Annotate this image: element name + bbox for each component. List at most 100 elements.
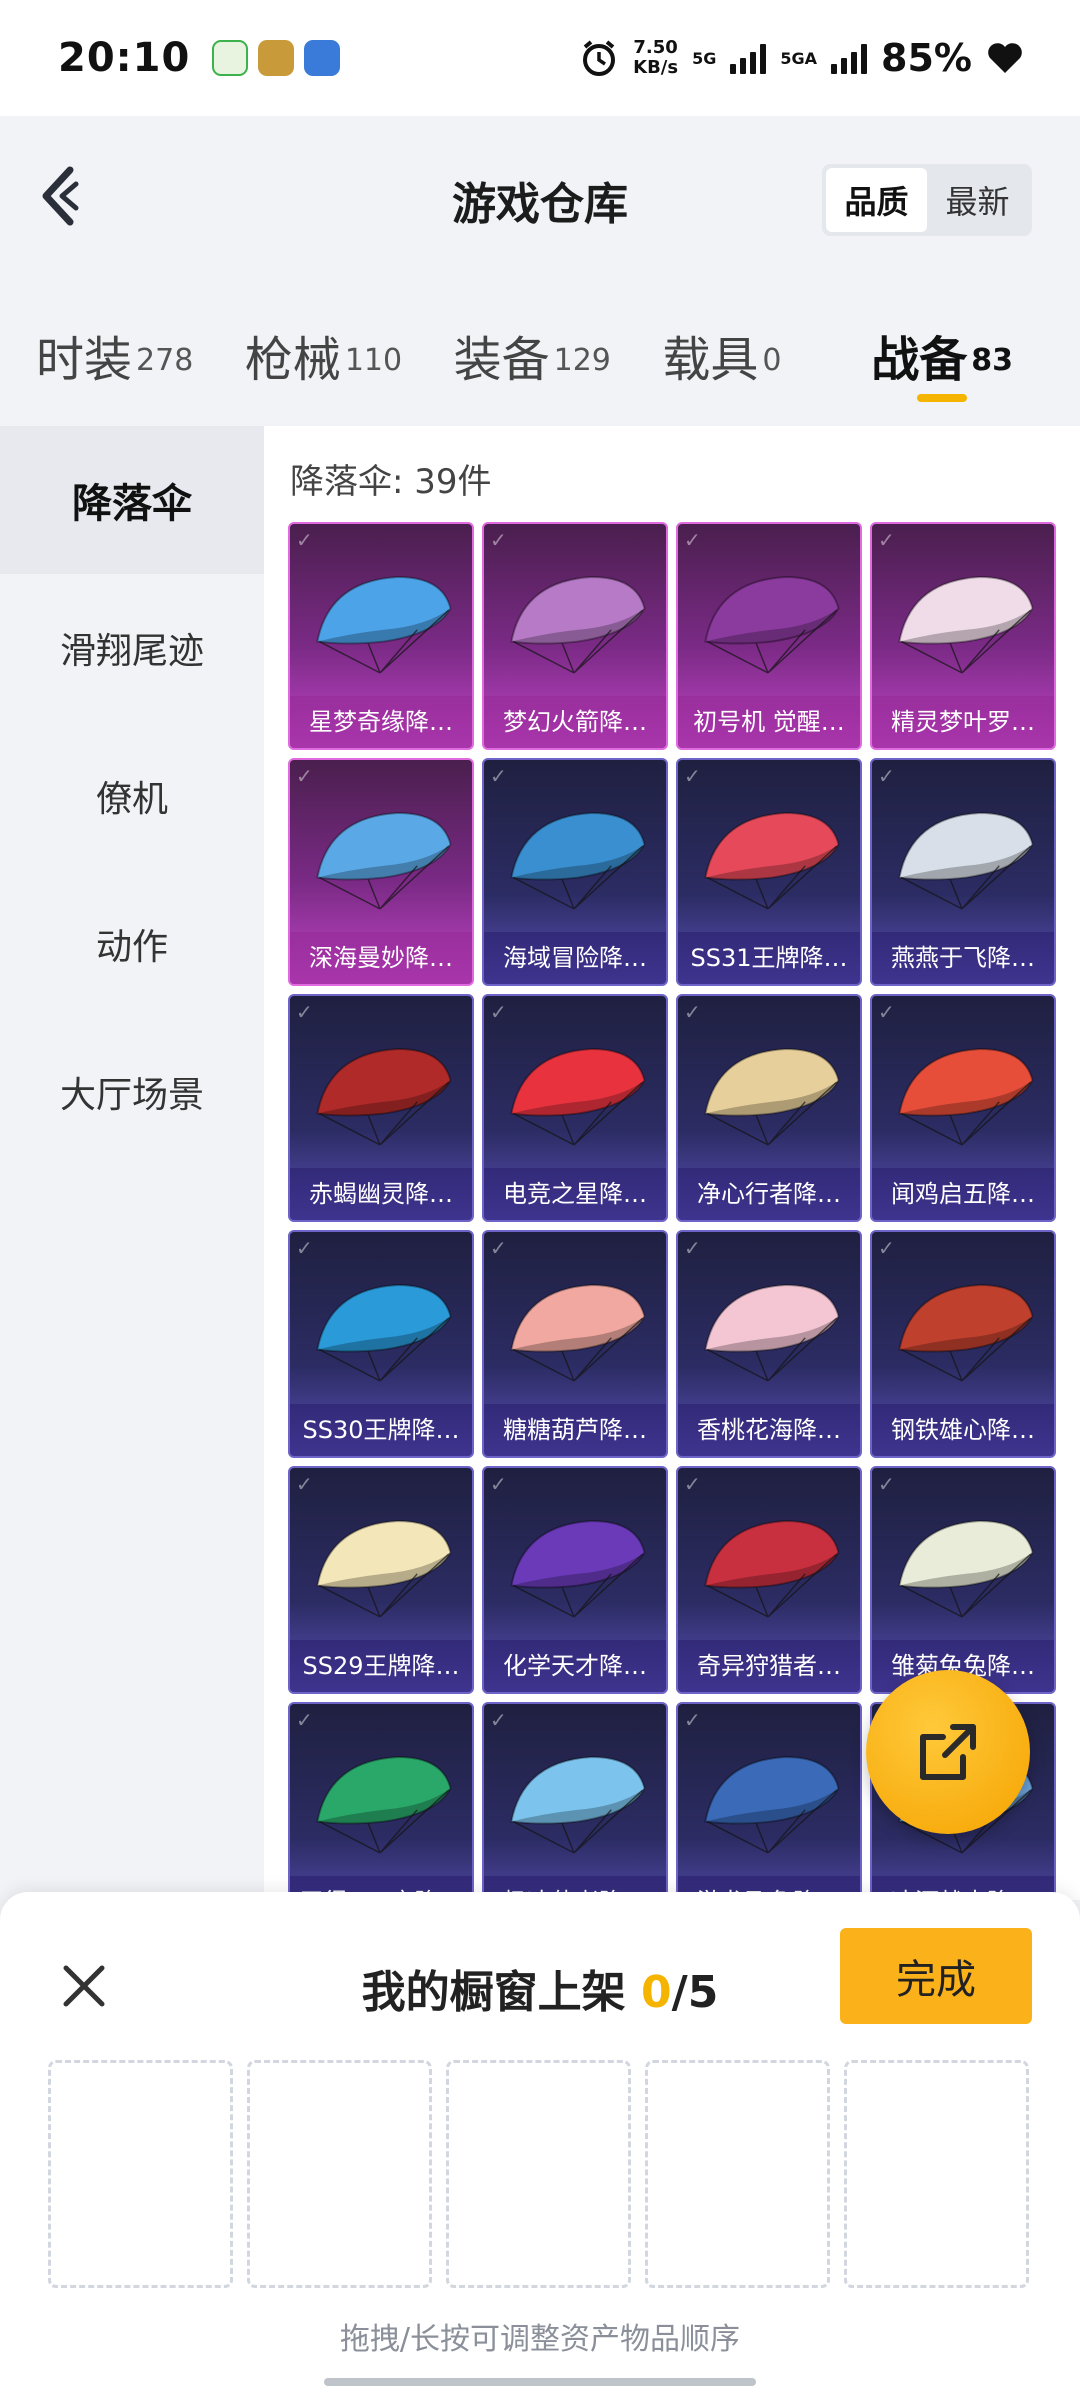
parachute-name: 燕燕于飞降… [872,932,1054,984]
sidebar-item-lobby-scene[interactable]: 大厅场景 [0,1018,264,1166]
parachute-icon [704,1047,840,1146]
sort-toggle: 品质 最新 [822,164,1032,236]
parachute-name: 糖糖葫芦降… [484,1404,666,1456]
tab-fashion[interactable]: 时装 278 [36,284,245,390]
tab-vehicles[interactable]: 载具 0 [662,284,871,390]
grid-heading: 降落伞: 39件 [290,462,492,502]
parachute-name: 净心行者降… [678,1168,860,1220]
parachute-icon [510,1283,646,1382]
parachute-card[interactable]: ✓ 星梦奇缘降… [288,522,474,750]
showcase-sheet: 我的橱窗上架 0/5 完成 拖拽/长按可调整资产物品顺序 [0,1892,1080,2400]
parachute-card[interactable]: ✓ SS29王牌降… [288,1466,474,1694]
parachute-card[interactable]: ✓ 净心行者降… [676,994,862,1222]
sort-option-quality[interactable]: 品质 [826,168,927,232]
showcase-slot[interactable] [844,2060,1029,2288]
header: 游戏仓库 品质 最新 [0,116,1080,284]
parachute-name: 赤蝎幽灵降… [290,1168,472,1220]
tab-battle-gear[interactable]: 战备 83 [871,284,1080,402]
parachute-card[interactable]: ✓ 深海曼妙降… [288,758,474,986]
showcase-slot[interactable] [247,2060,432,2288]
showcase-slot[interactable] [446,2060,631,2288]
tab-label: 装备 [453,332,550,388]
game-notification-icon [258,40,295,76]
parachute-card[interactable]: ✓ 雏菊兔兔降… [870,1466,1056,1694]
parachute-icon [316,575,452,674]
showcase-slots [48,2060,1029,2288]
parachute-card[interactable]: ✓ 精灵梦叶罗… [870,522,1056,750]
parachute-card[interactable]: ✓ SS30王牌降… [288,1230,474,1458]
showcase-slot[interactable] [645,2060,830,2288]
battery-level: 85% [881,36,972,80]
parachute-name: 梦幻火箭降… [484,696,666,748]
network-speed-unit: KB/s [633,57,679,78]
parachute-icon [510,1755,646,1854]
parachute-icon [704,1283,840,1382]
sidebar-item-emote[interactable]: 动作 [0,870,264,1018]
game-notification-icon [304,40,341,76]
showcase-total-count: /5 [671,1967,719,2018]
tab-equipment[interactable]: 装备 129 [454,284,663,390]
parachute-card[interactable]: ✓ 电竞之星降… [482,994,668,1222]
parachute-card[interactable]: ✓ 海域冒险降… [482,758,668,986]
parachute-card[interactable]: ✓ 燕燕于飞降… [870,758,1056,986]
parachute-card[interactable]: ✓ 奇异狩猎者… [676,1466,862,1694]
parachute-icon [898,811,1034,910]
parachute-card[interactable]: ✓ 闻鸡启五降… [870,994,1056,1222]
heart-icon [988,43,1022,73]
tab-label: 载具 [662,332,759,388]
network-speed: 7.50 KB/s [633,38,678,78]
parachute-icon [704,811,840,910]
parachute-card[interactable]: ✓ 钢铁雄心降… [870,1230,1056,1458]
parachute-name: 星梦奇缘降… [290,696,472,748]
parachute-card[interactable]: ✓ 初号机 觉醒… [676,522,862,750]
parachute-card[interactable]: ✓ SS31王牌降… [676,758,862,986]
tab-count: 278 [136,342,194,378]
alarm-icon [583,40,616,76]
sidebar-item-parachute[interactable]: 降落伞 [0,426,264,574]
parachute-icon [898,575,1034,674]
parachute-card[interactable]: ✓ 梦幻火箭降… [482,522,668,750]
parachute-icon [316,1755,452,1854]
parachute-name: SS29王牌降… [290,1640,472,1692]
parachute-icon [510,1519,646,1618]
parachute-name: 初号机 觉醒… [678,696,860,748]
network-speed-value: 7.50 [633,37,678,58]
tab-guns[interactable]: 枪械 110 [245,284,454,390]
parachute-icon [704,1755,840,1854]
reorder-hint: 拖拽/长按可调整资产物品顺序 [339,2322,741,2357]
parachute-name: 电竞之星降… [484,1168,666,1220]
share-fab-button[interactable] [866,1670,1030,1834]
tab-count: 0 [762,342,782,378]
home-indicator[interactable] [324,2378,756,2386]
status-app-icons [212,40,341,76]
parachute-icon [510,1047,646,1146]
parachute-name: 深海曼妙降… [290,932,472,984]
showcase-slot[interactable] [48,2060,233,2288]
tab-count: 129 [553,342,611,378]
parachute-card[interactable]: ✓ 糖糖葫芦降… [482,1230,668,1458]
parachute-icon [704,575,840,674]
parachute-card[interactable]: ✓ 化学天才降… [482,1466,668,1694]
parachute-card[interactable]: ✓王得PEL亮降… [288,1702,474,1900]
signal-bars-icon [730,42,767,74]
parachute-name: 钢铁雄心降… [872,1404,1054,1456]
done-button[interactable]: 完成 [840,1928,1032,2024]
tab-label: 枪械 [244,332,341,388]
sidebar-item-glide-trail[interactable]: 滑翔尾迹 [0,574,264,722]
category-tabs: 时装 278 枪械 110 装备 129 载具 0 战备 83 [0,284,1080,426]
parachute-card[interactable]: ✓ 赤蝎幽灵降… [288,994,474,1222]
parachute-icon [316,811,452,910]
app-notification-icon [212,40,249,76]
sort-option-newest[interactable]: 最新 [927,168,1028,232]
parachute-card[interactable]: ✓ 香桃花海降… [676,1230,862,1458]
sidebar: 降落伞 滑翔尾迹 僚机 动作 大厅场景 [0,426,264,1900]
status-bar: 20:10 7.50 KB/s 5G 5GA 85% [0,0,1080,116]
parachute-icon [898,1047,1034,1146]
signal-bars-icon [831,42,868,74]
sidebar-item-wingman[interactable]: 僚机 [0,722,264,870]
parachute-card[interactable]: ✓极冰使者降… [482,1702,668,1900]
network-type-label: 5G [692,48,717,68]
parachute-card[interactable]: ✓游龙飞兔降… [676,1702,862,1900]
active-tab-indicator [917,394,968,402]
status-indicators: 7.50 KB/s 5G 5GA 85% [579,36,1024,80]
